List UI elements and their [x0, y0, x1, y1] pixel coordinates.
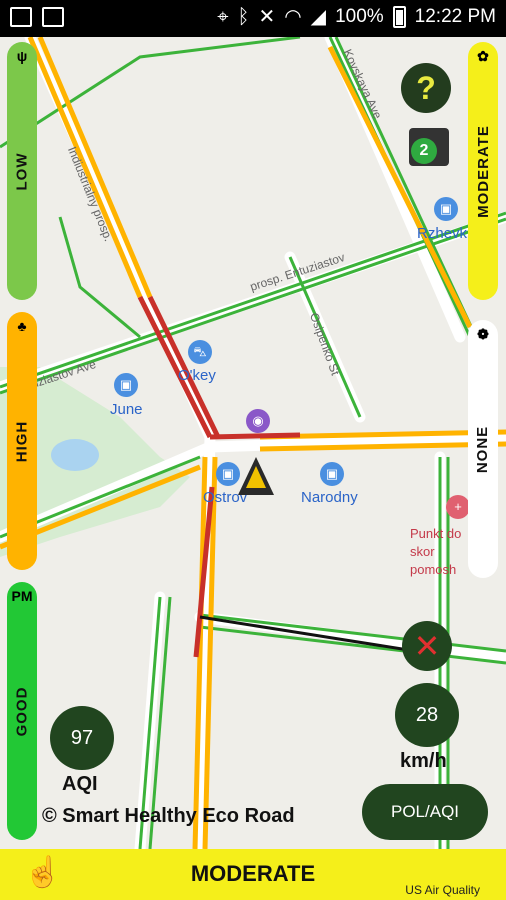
- shopping-bag-icon[interactable]: ▣: [216, 462, 240, 486]
- navigation-arrow-icon: [238, 457, 274, 495]
- status-bar: ⌖ ᛒ ✕ ◠ ◢ 100% 12:22 PM: [0, 0, 506, 37]
- good-level-bar[interactable]: PM GOOD: [7, 582, 37, 840]
- layers-badge: 2: [411, 138, 437, 164]
- location-icon: ⌖: [217, 6, 229, 28]
- none-label: NONE: [474, 425, 492, 473]
- speed-value: 28: [395, 683, 459, 747]
- wifi-icon: ◠: [284, 6, 302, 28]
- leaf-icon: ✿: [477, 48, 489, 64]
- low-level-bar[interactable]: ψ LOW: [7, 42, 37, 300]
- hospital-icon[interactable]: +: [446, 495, 470, 519]
- place-label: O'key: [178, 367, 216, 384]
- place-label: Rzhevk: [417, 225, 468, 242]
- pollen-icon: ❁: [477, 326, 489, 342]
- pm-label: PM: [11, 588, 33, 604]
- high-label: HIGH: [13, 420, 31, 462]
- aqi-label: AQI: [62, 773, 98, 795]
- moderate-label: MODERATE: [474, 124, 492, 218]
- high-level-bar[interactable]: ♣ HIGH: [7, 312, 37, 570]
- speed-unit-label: km/h: [400, 750, 447, 772]
- air-quality-bar[interactable]: ☝ MODERATE US Air Quality: [0, 849, 506, 900]
- mute-icon: ✕: [258, 6, 276, 28]
- shopping-cart-icon[interactable]: ⛍: [188, 340, 212, 364]
- none-level-bar[interactable]: ❁ NONE: [468, 320, 498, 578]
- good-label: GOOD: [13, 686, 31, 736]
- layers-button[interactable]: 2: [409, 128, 449, 166]
- place-label: Punkt do skor pomosh: [410, 526, 462, 577]
- air-quality-subtitle: US Air Quality: [405, 883, 480, 897]
- place-label: June: [110, 401, 143, 418]
- signal-icon: ◢: [310, 6, 327, 28]
- clock: 12:22 PM: [414, 6, 496, 27]
- shopping-bag-icon[interactable]: ▣: [114, 373, 138, 397]
- copyright-text: © Smart Healthy Eco Road: [42, 805, 295, 827]
- aqi-value: 97: [50, 706, 114, 770]
- bluetooth-icon: ᛒ: [237, 6, 250, 28]
- grass-icon: ψ: [16, 48, 28, 64]
- battery-icon: [392, 6, 406, 28]
- park-pin-icon[interactable]: ◉: [246, 409, 270, 433]
- low-label: LOW: [13, 152, 31, 190]
- place-label: Narodny: [301, 489, 358, 506]
- moderate-level-bar[interactable]: ✿ MODERATE: [468, 42, 498, 300]
- pol-aqi-button[interactable]: POL/AQI: [362, 784, 488, 840]
- mail-icon: [10, 7, 32, 27]
- shopping-bag-icon[interactable]: ▣: [320, 462, 344, 486]
- shopping-bag-icon[interactable]: ▣: [434, 197, 458, 221]
- image-icon: [42, 7, 64, 27]
- help-button[interactable]: ?: [401, 63, 451, 113]
- battery-level: 100%: [335, 6, 384, 27]
- tree-icon: ♣: [17, 318, 27, 334]
- close-button[interactable]: ✕: [402, 621, 452, 671]
